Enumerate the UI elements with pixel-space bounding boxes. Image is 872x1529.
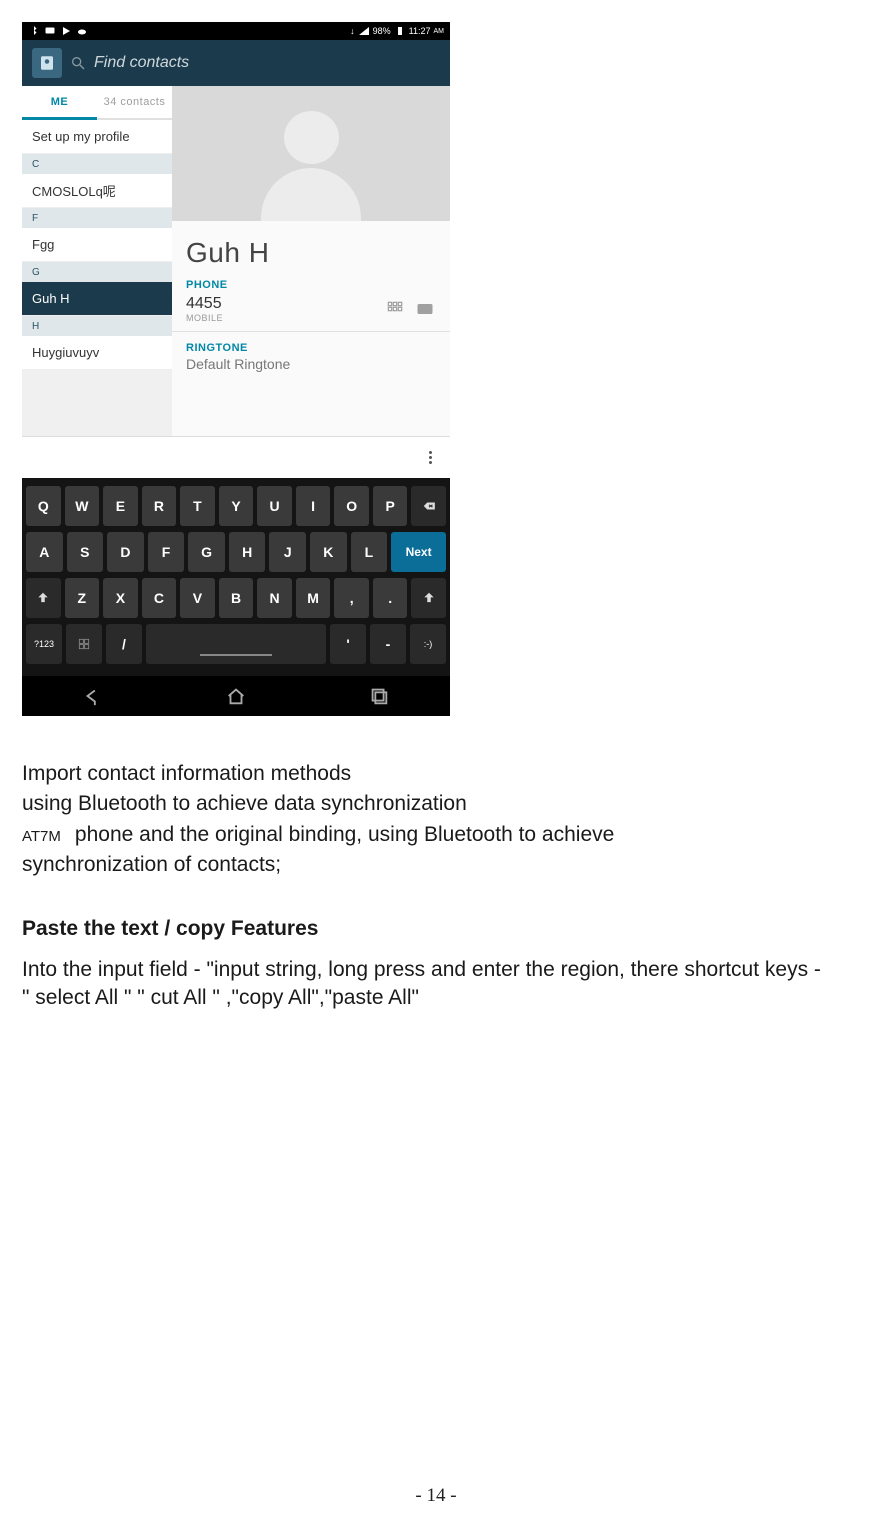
section-f: F [22,208,172,228]
play-icon [60,25,72,37]
doc-p4: Into the input field - "input string, lo… [22,956,832,1013]
phone-type: MOBILE [186,313,376,323]
contacts-app-icon[interactable] [32,48,62,78]
key-[interactable]: / [106,624,142,664]
key-space[interactable] [146,624,326,664]
search-icon [70,55,86,71]
battery-pct: 98% [373,26,391,36]
status-ampm: AM [434,28,445,35]
key-p[interactable]: P [373,486,408,526]
signal-icon [358,25,370,37]
battery-icon [394,25,406,37]
key-n[interactable]: N [257,578,292,618]
key-t[interactable]: T [180,486,215,526]
contact-item-c[interactable]: CMOSLOLq呢 [22,174,172,208]
key-x[interactable]: X [103,578,138,618]
overflow-menu-icon[interactable] [418,446,442,470]
on-screen-keyboard: QWERTYUIOP ASDFGHJKLNext ZXCVBNM,. ?123 /… [22,478,450,676]
document-body-text: Import contact information methods using… [22,760,862,1012]
contact-name: Guh H [172,221,450,279]
contact-item-h[interactable]: Huygiuvuyv [22,336,172,370]
section-c: C [22,154,172,174]
key-k[interactable]: K [310,532,347,572]
doc-p3a: phone and the original binding, using Bl… [75,821,614,849]
text-edit-bar [22,436,450,478]
key-e[interactable]: E [103,486,138,526]
contact-item-f[interactable]: Fgg [22,228,172,262]
doc-p3b: synchronization of contacts; [22,851,832,879]
page-number: - 14 - [0,1485,872,1507]
android-nav-bar [22,676,450,716]
phone-section-header: PHONE [172,279,450,291]
key-backspace[interactable] [411,486,446,526]
status-time: 11:27 [409,26,431,36]
key-h[interactable]: H [229,532,266,572]
key-a[interactable]: A [26,532,63,572]
phone-number[interactable]: 4455 [186,295,376,313]
key-shift-right[interactable] [411,578,446,618]
key-[interactable]: ' [330,624,366,664]
key-u[interactable]: U [257,486,292,526]
setup-profile-item[interactable]: Set up my profile [22,120,172,154]
key-i[interactable]: I [296,486,331,526]
tab-all-contacts[interactable]: 34 contacts [97,86,172,118]
key-l[interactable]: L [351,532,388,572]
back-icon[interactable] [82,685,104,707]
section-g: G [22,262,172,282]
key-o[interactable]: O [334,486,369,526]
contact-detail-pane: Guh H PHONE 4455 MOBILE RINGTONE Default… [172,86,450,436]
doc-section-title: Paste the text / copy Features [22,915,832,943]
doc-p2: using Bluetooth to achieve data synchron… [22,790,832,818]
ringtone-section-header: RINGTONE [172,338,450,354]
tab-me[interactable]: ME [22,86,97,118]
key-q[interactable]: Q [26,486,61,526]
key-language[interactable] [66,624,102,664]
model-code: AT7M [22,827,61,847]
phone-screenshot: ↓ 98% 11:27 AM M [22,22,450,716]
key-b[interactable]: B [219,578,254,618]
status-bar: ↓ 98% 11:27 AM [22,22,450,40]
text-input[interactable] [30,444,418,472]
key-[interactable]: . [373,578,408,618]
doc-p1: Import contact information methods [22,760,832,788]
key-next[interactable]: Next [391,532,446,572]
recent-apps-icon[interactable] [368,685,390,707]
home-icon[interactable] [225,685,247,707]
key-m[interactable]: M [296,578,331,618]
key-r[interactable]: R [142,486,177,526]
key-shift-left[interactable] [26,578,61,618]
section-h: H [22,316,172,336]
key-c[interactable]: C [142,578,177,618]
key-y[interactable]: Y [219,486,254,526]
key-f[interactable]: F [148,532,185,572]
message-icon [44,25,56,37]
sms-icon[interactable] [414,299,436,319]
cloud-icon [76,25,88,37]
ringtone-value[interactable]: Default Ringtone [172,354,450,372]
contact-item-g-selected[interactable]: Guh H [22,282,172,316]
avatar-placeholder [172,86,450,221]
search-header [22,40,450,86]
search-input[interactable] [94,54,440,72]
key-v[interactable]: V [180,578,215,618]
contacts-list-pane: ME 34 contacts Set up my profile C CMOSL… [22,86,172,436]
bluetooth-icon [28,25,40,37]
download-icon: ↓ [350,26,355,36]
key-[interactable]: :-) [410,624,446,664]
key-[interactable]: - [370,624,406,664]
key-g[interactable]: G [188,532,225,572]
key-[interactable]: , [334,578,369,618]
key-d[interactable]: D [107,532,144,572]
key-j[interactable]: J [269,532,306,572]
key-z[interactable]: Z [65,578,100,618]
keypad-icon[interactable] [384,299,406,319]
key-w[interactable]: W [65,486,100,526]
key-123[interactable]: ?123 [26,624,62,664]
key-s[interactable]: S [67,532,104,572]
